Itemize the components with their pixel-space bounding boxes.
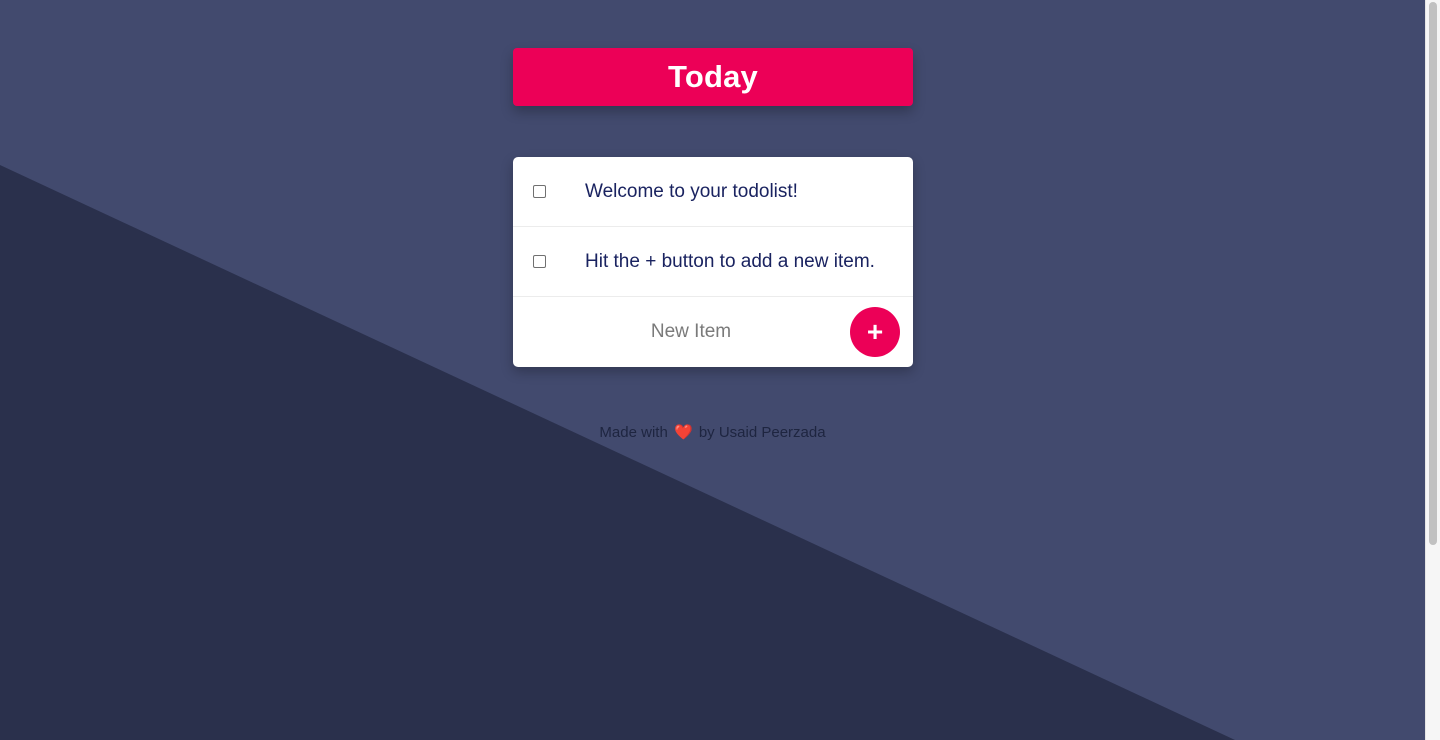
todo-list-card: Welcome to your todolist! Hit the + butt…	[513, 157, 913, 367]
todo-app: Today Welcome to your todolist! Hit the …	[513, 48, 913, 367]
list-item: Welcome to your todolist!	[513, 157, 913, 227]
scrollbar-thumb[interactable]	[1429, 2, 1437, 545]
page-title: Today	[668, 59, 758, 94]
item-checkbox[interactable]	[533, 255, 546, 268]
scrollbar[interactable]	[1425, 0, 1440, 740]
list-item: Hit the + button to add a new item.	[513, 227, 913, 297]
heart-icon: ❤️	[673, 424, 693, 441]
new-item-input[interactable]	[531, 321, 851, 343]
item-text: Welcome to your todolist!	[585, 180, 798, 202]
new-item-form: +	[513, 297, 913, 367]
footer-author: by Usaid Peerzada	[698, 424, 826, 441]
footer: Made with ❤️ by Usaid Peerzada	[0, 423, 1425, 441]
add-item-button[interactable]: +	[850, 307, 900, 357]
item-checkbox[interactable]	[533, 185, 546, 198]
item-text: Hit the + button to add a new item.	[585, 250, 875, 272]
title-banner: Today	[513, 48, 913, 106]
footer-prefix: Made with	[599, 424, 668, 441]
